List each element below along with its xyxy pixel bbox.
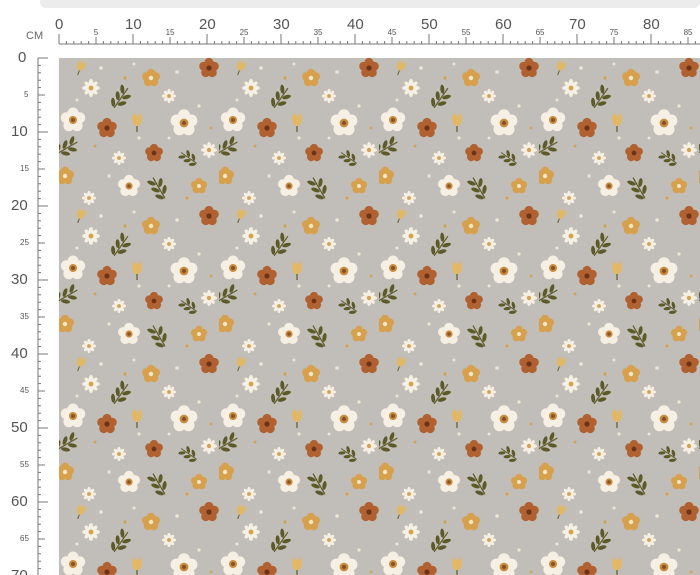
top-ruler-label-minor: 45	[387, 28, 397, 37]
top-ruler-label-minor: 35	[313, 28, 323, 37]
top-ruler-label-major: 80	[643, 16, 660, 33]
left-ruler-label-major: 20	[11, 197, 28, 214]
left-ruler-label-major: 50	[11, 419, 28, 436]
top-ruler-label-minor: 75	[609, 28, 619, 37]
top-ruler-label-minor: 85	[683, 28, 693, 37]
top-ruler-label-major: 10	[125, 16, 142, 33]
left-ruler-label-minor: 35	[20, 312, 29, 321]
top-ruler-label-minor: 15	[165, 28, 175, 37]
top-ruler-label-major: 0	[55, 16, 64, 33]
floral-pattern	[59, 58, 700, 575]
left-ruler-label-major: 0	[18, 49, 27, 66]
top-ruler-label-major: 70	[569, 16, 586, 33]
top-ruler-label-major: 20	[199, 16, 216, 33]
left-ruler-label-major: 10	[11, 123, 28, 140]
top-ruler-label-major: 50	[421, 16, 438, 33]
top-ruler-label-minor: 55	[461, 28, 471, 37]
top-ruler-label-major: 30	[273, 16, 290, 33]
left-ruler-label-minor: 55	[20, 460, 29, 469]
left-ruler-label-major: 60	[11, 493, 28, 510]
top-ruler-label-minor: 5	[93, 28, 99, 37]
top-ruler-label-minor: 65	[535, 28, 545, 37]
left-ruler-label-major: 40	[11, 345, 28, 362]
left-ruler-label-major: 70	[11, 567, 28, 575]
top-ruler-label-major: 60	[495, 16, 512, 33]
top-ruler-label-minor: 25	[239, 28, 249, 37]
fabric-swatch	[59, 58, 700, 575]
left-ruler-label-minor: 25	[20, 238, 29, 247]
left-ruler-label-major: 30	[11, 271, 28, 288]
left-ruler-label-minor: 5	[24, 90, 29, 99]
left-ruler-label-minor: 15	[20, 164, 29, 173]
left-ruler-label-minor: 65	[20, 534, 29, 543]
top-ruler-label-major: 40	[347, 16, 364, 33]
left-ruler-label-minor: 45	[20, 386, 29, 395]
